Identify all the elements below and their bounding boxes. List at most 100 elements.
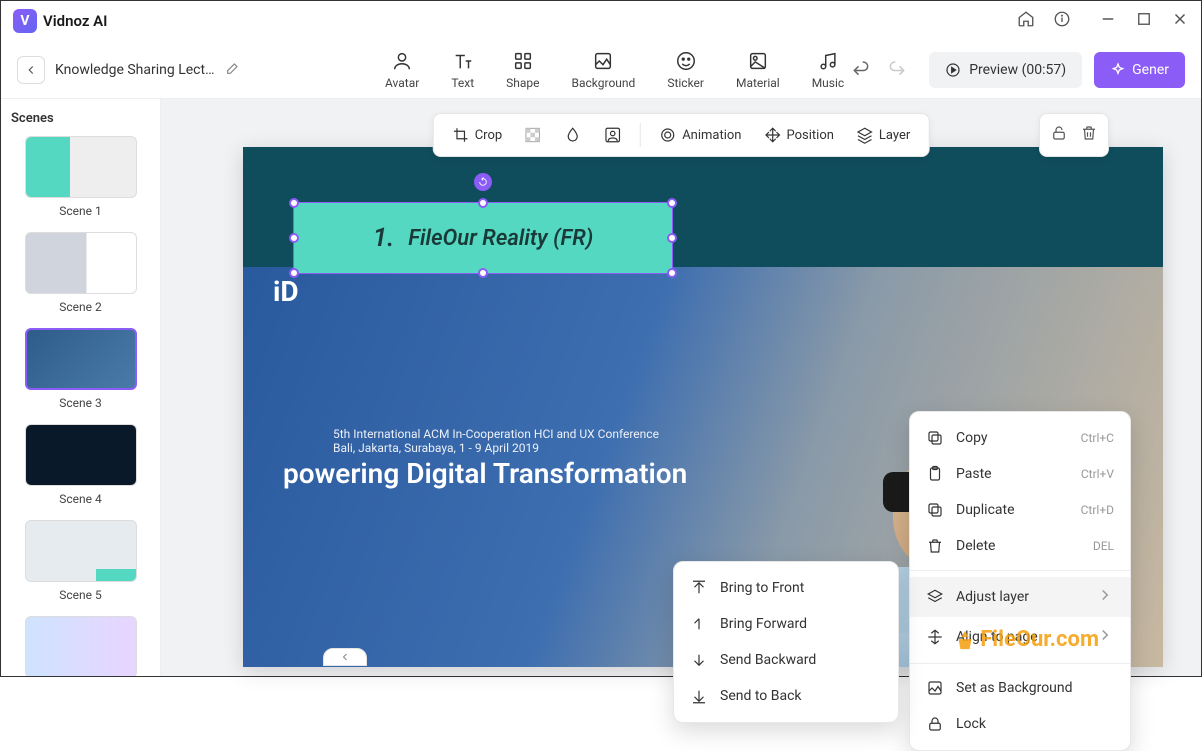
ctx-label: Copy [956,430,988,446]
delete-icon[interactable] [1080,124,1098,146]
ctx-label: Bring to Front [720,580,804,596]
tool-avatar[interactable]: Avatar [385,50,419,90]
transparency-icon[interactable] [516,122,550,148]
redo-icon[interactable] [887,58,907,82]
edit-name-icon[interactable] [225,60,241,80]
ctx-bring-forward[interactable]: Bring Forward [674,606,898,642]
home-icon[interactable] [1017,10,1035,32]
ctx-label: Send to Back [720,688,802,704]
ctx-adjust-layer[interactable]: Adjust layer [910,577,1130,617]
scene-item-2[interactable]: Scene 2 [11,232,150,314]
unlock-icon[interactable] [1050,124,1068,146]
header: Knowledge Sharing Lectu... Avatar Text S… [1,41,1201,99]
resize-handle[interactable] [289,268,299,278]
selection-number: 1. [373,223,395,253]
ctx-shortcut: DEL [1093,539,1114,553]
scene-item-4[interactable]: Scene 4 [11,424,150,506]
ctx-label: Bring Forward [720,616,807,632]
selected-text-element[interactable]: 1. FileOur Reality (FR) [293,202,673,274]
tool-material-label: Material [736,76,780,90]
scene-label: Scene 2 [11,300,150,314]
watermark-label: FileOur.com [980,627,1099,652]
tool-sticker-label: Sticker [667,76,704,90]
watermark: FileOur.com [954,627,1099,652]
position-label: Position [787,128,834,143]
tool-sticker[interactable]: Sticker [667,50,704,90]
collapse-scenes-toggle[interactable] [323,648,367,666]
crop-button[interactable]: Crop [444,122,510,148]
minimize-icon[interactable] [1099,10,1117,32]
resize-handle[interactable] [289,198,299,208]
ctx-bring-front[interactable]: Bring to Front [674,570,898,606]
app-logo: V Vidnoz AI [13,9,107,33]
scenes-sidebar: Scenes Scene 1 Scene 2 Scene 3 Scene 4 S… [1,99,161,676]
preview-label: Preview (00:57) [969,62,1066,78]
app-name: Vidnoz AI [43,12,107,30]
tool-text[interactable]: Text [451,50,474,90]
logo-icon: V [13,9,37,33]
undo-icon[interactable] [851,58,871,82]
title-bar: V Vidnoz AI [1,1,1201,41]
resize-handle[interactable] [478,198,488,208]
project-name: Knowledge Sharing Lectu... [55,62,215,78]
ctx-label: Delete [956,538,995,554]
bg-subtitle: 5th International ACM In-Cooperation HCI… [333,427,659,455]
ctx-label: Adjust layer [956,589,1029,605]
close-icon[interactable] [1171,10,1189,32]
scene-label: Scene 3 [11,396,150,410]
layer-button[interactable]: Layer [848,122,918,148]
resize-handle[interactable] [289,233,299,243]
ctx-delete[interactable]: Delete DEL [910,528,1130,564]
tool-avatar-label: Avatar [385,76,419,90]
resize-handle[interactable] [667,268,677,278]
person-filter-icon[interactable] [596,122,630,148]
chevron-right-icon [1096,586,1114,608]
maximize-icon[interactable] [1135,10,1153,32]
scene-item-1[interactable]: Scene 1 [11,136,150,218]
crop-label: Crop [475,128,502,143]
animation-button[interactable]: Animation [651,122,749,148]
tool-background-label: Background [572,76,636,90]
ctx-duplicate[interactable]: Duplicate Ctrl+D [910,492,1130,528]
ctx-send-back[interactable]: Send to Back [674,678,898,714]
ctx-set-background[interactable]: Set as Background [910,670,1130,706]
scene-item-5[interactable]: Scene 5 [11,520,150,602]
element-toolbar-right [1039,113,1109,157]
context-menu: Copy Ctrl+C Paste Ctrl+V Duplicate Ctrl+… [909,411,1131,751]
ctx-send-backward[interactable]: Send Backward [674,642,898,678]
ctx-shortcut: Ctrl+D [1081,503,1114,517]
scene-label: Scene 4 [11,492,150,506]
back-button[interactable] [17,56,45,84]
bg-headline: powering Digital Transformation [283,457,687,490]
ctx-shortcut: Ctrl+C [1081,431,1114,445]
ctx-lock[interactable]: Lock [910,706,1130,742]
resize-handle[interactable] [667,233,677,243]
ctx-copy[interactable]: Copy Ctrl+C [910,420,1130,456]
ctx-shortcut: Ctrl+V [1081,467,1114,481]
tool-text-label: Text [451,76,474,90]
tool-music-label: Music [812,76,844,90]
tool-music[interactable]: Music [812,50,844,90]
generate-button[interactable]: Gener [1094,52,1185,88]
generate-label: Gener [1132,62,1169,78]
color-drop-icon[interactable] [556,122,590,148]
preview-button[interactable]: Preview (00:57) [929,52,1082,88]
resize-handle[interactable] [478,268,488,278]
position-button[interactable]: Position [756,122,842,148]
tool-shape-label: Shape [506,76,539,90]
resize-handle[interactable] [667,198,677,208]
selection-text: FileOur Reality (FR) [408,226,593,251]
rotate-handle[interactable] [474,173,492,191]
bg-logo: iD [273,275,299,308]
scene-item-3[interactable]: Scene 3 [11,328,150,410]
tool-shape[interactable]: Shape [506,50,539,90]
info-icon[interactable] [1053,10,1071,32]
ctx-paste[interactable]: Paste Ctrl+V [910,456,1130,492]
ctx-label: Set as Background [956,680,1073,696]
scene-item-6[interactable]: Scene 6 [11,616,150,676]
ctx-label: Duplicate [956,502,1015,518]
tool-material[interactable]: Material [736,50,780,90]
tool-background[interactable]: Background [572,50,636,90]
toolbar: Avatar Text Shape Background Sticker Mat… [385,50,844,90]
scene-label: Scene 1 [11,204,150,218]
